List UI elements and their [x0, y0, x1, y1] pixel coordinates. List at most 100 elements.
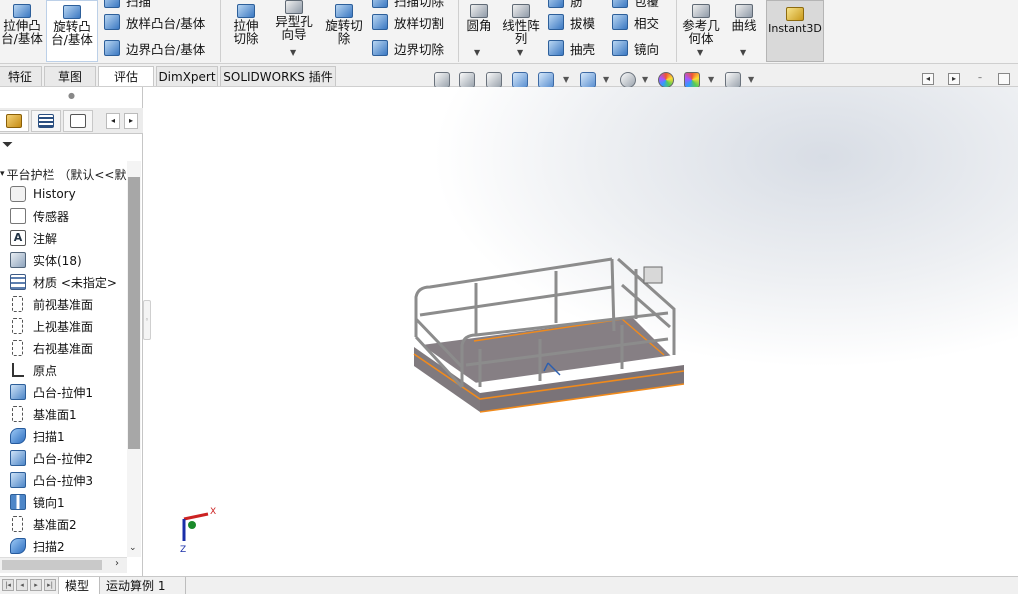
view-orientation-icon[interactable] — [538, 72, 554, 88]
scroll-down-icon[interactable]: ⌄ — [129, 543, 137, 553]
boundary-boss-button[interactable]: 边界凸台/基体 — [104, 38, 205, 58]
curves-dropdown-icon[interactable]: ▼ — [740, 48, 746, 57]
tree-item-label: 基准面1 — [33, 407, 77, 422]
instant3d-button[interactable]: Instant3D — [766, 0, 824, 62]
swept-boss-button[interactable]: 扫描 — [104, 0, 151, 10]
tab-solidworks-addins[interactable]: SOLIDWORKS 插件 — [220, 66, 336, 86]
graphics-area[interactable]: X Z — [144, 87, 1018, 576]
tree-root[interactable]: ▾ 平台护栏 （默认<<默 — [0, 163, 127, 185]
extrude-icon — [10, 472, 26, 488]
collapse-caret-icon[interactable]: ▾ — [0, 169, 5, 179]
tree-item[interactable]: A 注解 — [0, 227, 127, 249]
tree-item[interactable]: 原点 — [0, 359, 127, 381]
view-settings-dropdown-icon[interactable]: ▼ — [748, 76, 756, 84]
tile-right-icon[interactable]: ▸ — [948, 73, 960, 85]
display-style-dropdown-icon[interactable]: ▼ — [603, 76, 611, 84]
zoom-to-fit-icon[interactable] — [434, 72, 450, 88]
tabs-scroll-right-icon[interactable]: ▸ — [124, 113, 138, 129]
rib-button[interactable]: 筋 — [548, 0, 583, 10]
tree-item[interactable]: 实体(18) — [0, 249, 127, 271]
tree-item[interactable]: 扫描1 — [0, 425, 127, 447]
rib-icon — [548, 0, 564, 8]
tree-item[interactable]: 前视基准面 — [0, 293, 127, 315]
tree-hscrollbar-thumb[interactable] — [2, 560, 102, 570]
tree-item[interactable]: 上视基准面 — [0, 315, 127, 337]
view-orientation-dropdown-icon[interactable]: ▼ — [563, 76, 571, 84]
tile-left-icon[interactable]: ◂ — [922, 73, 934, 85]
feature-tree-tab[interactable] — [0, 110, 29, 132]
property-manager-tab[interactable] — [31, 110, 61, 132]
minimize-icon[interactable]: – — [974, 73, 986, 85]
restore-window-icon[interactable] — [998, 73, 1010, 85]
tree-item[interactable]: 凸台-拉伸3 — [0, 469, 127, 491]
swept-boss-icon — [104, 0, 120, 8]
lofted-boss-button[interactable]: 放样凸台/基体 — [104, 12, 205, 32]
hole-wizard-button[interactable]: 异型孔向导 — [272, 0, 316, 41]
tree-item[interactable]: 右视基准面 — [0, 337, 127, 359]
mirror-button[interactable]: 镜向 — [612, 38, 659, 58]
prev-tab-icon[interactable]: ◂ — [16, 579, 28, 591]
wrap-button[interactable]: 包覆 — [612, 0, 659, 10]
linear-pattern-dropdown-icon[interactable]: ▼ — [517, 48, 523, 57]
tree-item[interactable]: 基准面2 — [0, 513, 127, 535]
tree-item[interactable]: 基准面1 — [0, 403, 127, 425]
draft-button[interactable]: 拔模 — [548, 12, 595, 32]
hide-show-dropdown-icon[interactable]: ▼ — [642, 76, 650, 84]
view-settings-monitor-icon[interactable] — [725, 72, 741, 88]
tree-item[interactable]: 凸台-拉伸1 — [0, 381, 127, 403]
tree-item[interactable]: 扫描2 — [0, 535, 127, 557]
last-tab-icon[interactable]: ▸| — [44, 579, 56, 591]
display-style-icon[interactable] — [580, 72, 596, 88]
panel-collapse-handle[interactable]: ◦ — [143, 300, 151, 340]
configuration-manager-tab[interactable] — [63, 110, 93, 132]
shell-button[interactable]: 抽壳 — [548, 38, 595, 58]
tab-evaluate[interactable]: 评估 — [98, 66, 154, 86]
zoom-to-area-icon[interactable] — [459, 72, 475, 88]
filter-icon[interactable]: ⏷ — [2, 137, 13, 153]
railing-platform-model[interactable] — [144, 87, 1018, 576]
apply-scene-icon[interactable] — [684, 72, 700, 88]
mirror-icon — [612, 40, 628, 56]
revolve-boss-button[interactable]: 旋转凸台/基体 — [46, 0, 98, 62]
tree-scrollbar-thumb[interactable] — [128, 177, 140, 449]
tab-motion-study-1[interactable]: 运动算例 1 — [100, 577, 186, 594]
intersect-button[interactable]: 相交 — [612, 12, 659, 32]
tree-item[interactable]: History — [0, 183, 127, 205]
swept-cut-button[interactable]: 扫描切除 — [372, 0, 444, 10]
apply-scene-dropdown-icon[interactable]: ▼ — [708, 76, 716, 84]
fillet-button[interactable]: 圆角 — [462, 4, 496, 32]
tree-item[interactable]: 凸台-拉伸2 — [0, 447, 127, 469]
linear-pattern-button[interactable]: 线性阵列 — [498, 4, 544, 45]
tree-item[interactable]: 传感器 — [0, 205, 127, 227]
tree-item[interactable]: 镜向1 — [0, 491, 127, 513]
curves-icon — [735, 4, 753, 18]
fillet-dropdown-icon[interactable]: ▼ — [474, 48, 480, 57]
boundary-cut-button[interactable]: 边界切除 — [372, 38, 444, 58]
tab-model[interactable]: 模型 — [58, 577, 100, 594]
hide-show-items-icon[interactable] — [620, 72, 636, 88]
curves-button[interactable]: 曲线 — [726, 4, 762, 32]
tab-features[interactable]: 特征 — [0, 66, 42, 86]
tab-dimxpert[interactable]: DimXpert — [156, 66, 218, 86]
reference-geometry-dropdown-icon[interactable]: ▼ — [697, 48, 703, 57]
scroll-right-icon[interactable]: › — [115, 558, 119, 569]
tree-item[interactable]: 材质 <未指定> — [0, 271, 127, 293]
tab-sketch[interactable]: 草图 — [44, 66, 96, 86]
first-tab-icon[interactable]: |◂ — [2, 579, 14, 591]
hole-wizard-dropdown-icon[interactable]: ▼ — [290, 48, 296, 57]
revolved-cut-button[interactable]: 旋转切除 — [320, 4, 368, 45]
extruded-cut-button[interactable]: 拉伸切除 — [222, 4, 270, 45]
panel-grip-icon[interactable]: ● — [0, 87, 143, 107]
reference-geometry-icon — [692, 4, 710, 18]
reference-geometry-button[interactable]: 参考几何体 — [678, 4, 724, 45]
tree-item-label: 前视基准面 — [33, 297, 94, 312]
previous-view-icon[interactable] — [486, 72, 502, 88]
boss-extrude-button[interactable]: 拉伸凸台/基体 — [0, 4, 44, 45]
lofted-cut-button[interactable]: 放样切割 — [372, 12, 444, 32]
tree-item-label: 镜向1 — [33, 495, 65, 510]
edit-appearance-icon[interactable] — [658, 72, 674, 88]
section-view-icon[interactable] — [512, 72, 528, 88]
junction-box[interactable] — [643, 266, 663, 284]
next-tab-icon[interactable]: ▸ — [30, 579, 42, 591]
tabs-scroll-left-icon[interactable]: ◂ — [106, 113, 120, 129]
